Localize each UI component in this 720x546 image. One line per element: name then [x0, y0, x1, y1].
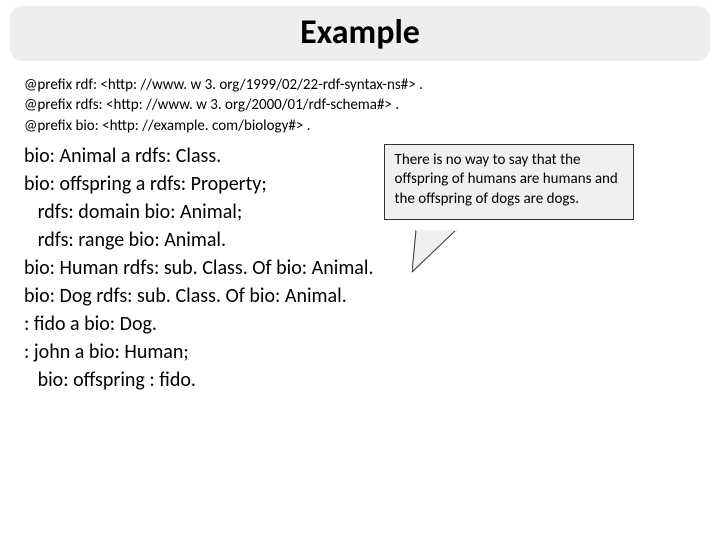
content-row: bio: Animal a rdfs: Class. bio: offsprin…: [24, 142, 696, 394]
code-block: bio: Animal a rdfs: Class. bio: offsprin…: [24, 142, 374, 394]
callout-tail-icon: [412, 230, 472, 280]
prefix-line: @prefix rdf: <http: //www. w 3. org/1999…: [24, 75, 696, 95]
callout-box: There is no way to say that the offsprin…: [384, 144, 634, 221]
prefix-block: @prefix rdf: <http: //www. w 3. org/1999…: [24, 75, 696, 136]
prefix-line: @prefix bio: <http: //example. com/biolo…: [24, 116, 696, 136]
title-bar: Example: [10, 6, 710, 61]
callout-wrap: There is no way to say that the offsprin…: [384, 144, 696, 221]
slide-title: Example: [10, 12, 710, 53]
prefix-line: @prefix rdfs: <http: //www. w 3. org/200…: [24, 95, 696, 115]
